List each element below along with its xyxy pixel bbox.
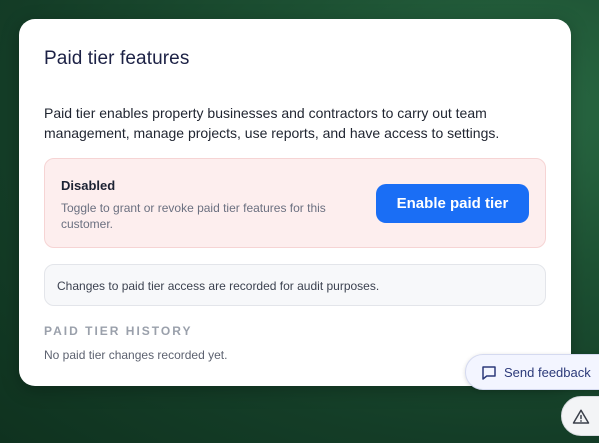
status-panel: Disabled Toggle to grant or revoke paid …: [44, 158, 546, 248]
message-square-icon: [482, 366, 496, 380]
card-description: Paid tier enables property businesses an…: [44, 105, 500, 141]
audit-notice: Changes to paid tier access are recorded…: [44, 264, 546, 306]
paid-tier-card: Paid tier features Paid tier enables pro…: [19, 19, 571, 386]
history-empty-state: No paid tier changes recorded yet.: [44, 348, 228, 362]
status-label: Disabled: [61, 178, 116, 193]
alert-button[interactable]: [561, 396, 599, 436]
history-heading: PAID TIER HISTORY: [44, 324, 193, 338]
warning-triangle-icon: [572, 409, 590, 424]
enable-paid-tier-button[interactable]: Enable paid tier: [376, 184, 529, 223]
send-feedback-button[interactable]: Send feedback: [465, 354, 599, 390]
audit-notice-text: Changes to paid tier access are recorded…: [57, 279, 380, 293]
card-title: Paid tier features: [44, 48, 190, 69]
send-feedback-label: Send feedback: [504, 365, 591, 380]
status-hint: Toggle to grant or revoke paid tier feat…: [61, 201, 326, 231]
